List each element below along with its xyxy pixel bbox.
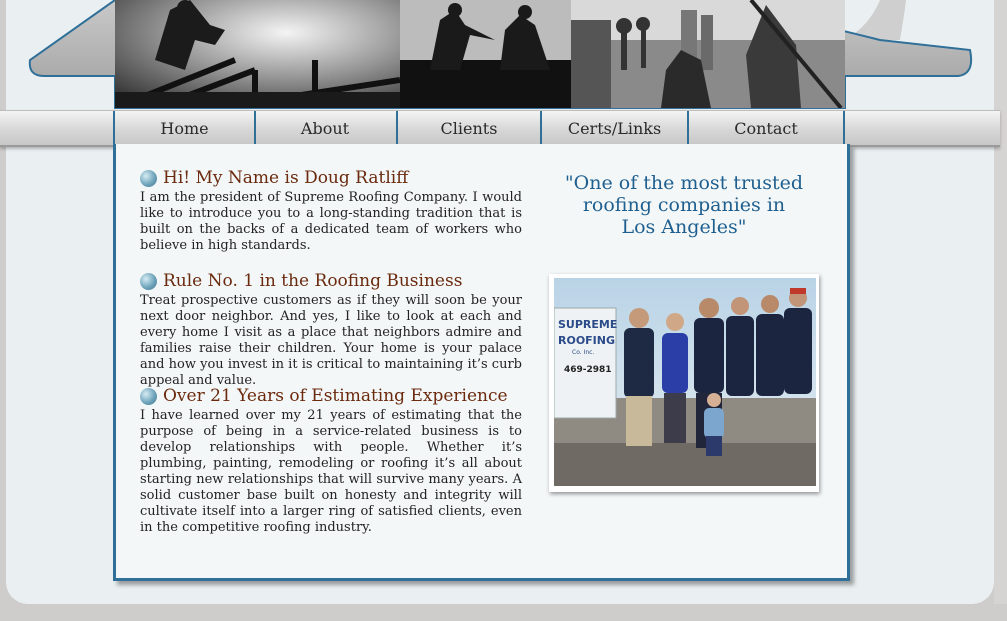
experience-section: Over 21 Years of Estimating Experience I… [140, 384, 522, 536]
page-footer-strip [0, 604, 1007, 621]
nav-home[interactable]: Home [113, 111, 256, 145]
team-photo-image: SUPREME ROOFING Co. Inc. 469-2981 [554, 278, 816, 486]
quote-line: "One of the most trusted [564, 172, 804, 194]
nav-clients[interactable]: Clients [398, 111, 542, 145]
quote-line: roofing companies in [582, 194, 786, 216]
sign-text: ROOFING [558, 334, 615, 347]
intro-section: Hi! My Name is Doug Ratliff I am the pre… [140, 166, 522, 254]
rule-section: Rule No. 1 in the Roofing Business Treat… [140, 269, 522, 389]
handshake-photo [400, 0, 571, 108]
section-heading: Rule No. 1 in the Roofing Business [163, 271, 463, 291]
section-heading: Hi! My Name is Doug Ratliff [163, 168, 409, 188]
section-body: Treat prospective customers as if they w… [140, 293, 522, 388]
sign-text: 469-2981 [564, 365, 612, 375]
nav-about[interactable]: About [254, 111, 398, 145]
sign-text: SUPREME [558, 318, 617, 331]
city-roofers-photo [571, 0, 845, 108]
tagline-quote: "One of the most trusted roofing compani… [560, 172, 808, 238]
sign-text: Co. Inc. [572, 349, 594, 356]
blue-sphere-bullet-icon [140, 169, 157, 187]
main-nav: Home About Clients Certs/Links Contact [0, 110, 1000, 147]
roofers-silhouette-photo [115, 0, 400, 108]
blue-sphere-bullet-icon [140, 387, 157, 405]
nav-contact[interactable]: Contact [689, 111, 845, 145]
section-heading: Over 21 Years of Estimating Experience [163, 386, 508, 406]
team-photo: SUPREME ROOFING Co. Inc. 469-2981 [549, 274, 819, 492]
blue-sphere-bullet-icon [140, 272, 157, 290]
section-body: I have learned over my 21 years of estim… [140, 408, 522, 535]
nav-certs-links[interactable]: Certs/Links [542, 111, 689, 145]
quote-line: Los Angeles" [621, 216, 747, 238]
section-body: I am the president of Supreme Roofing Co… [140, 190, 522, 253]
